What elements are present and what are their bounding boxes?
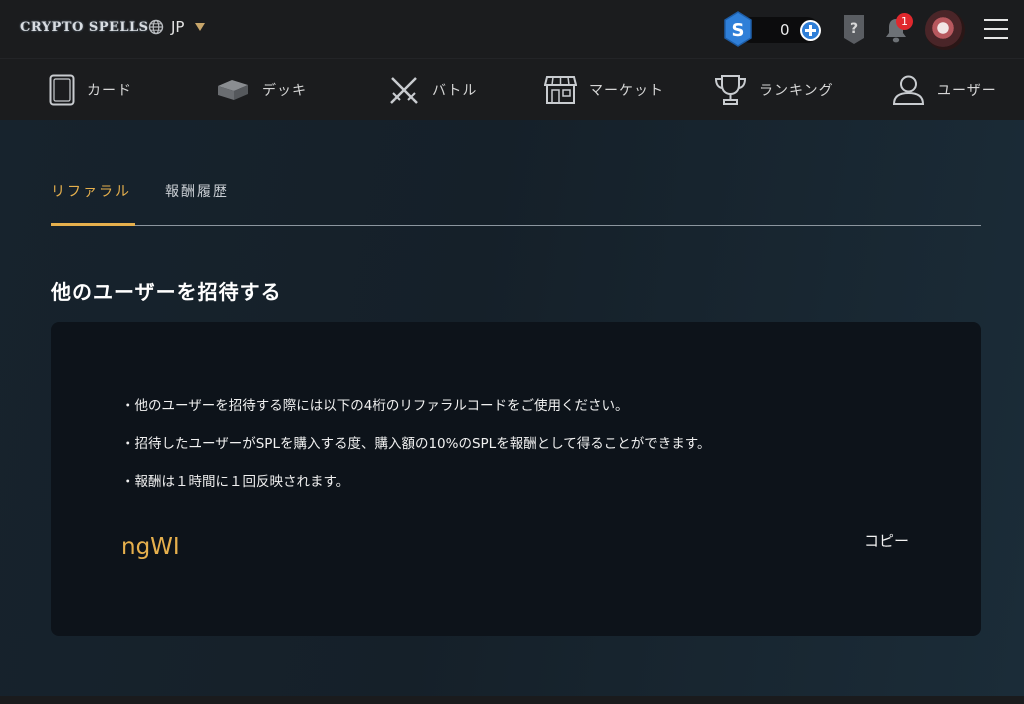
nav-label-card: カード bbox=[87, 83, 132, 99]
spl-coin-icon: S bbox=[724, 11, 752, 47]
info-line: ・他のユーザーを招待する際には以下の4桁のリファラルコードをご使用ください。 bbox=[121, 398, 629, 414]
wallet-widget[interactable]: S 0 bbox=[724, 11, 821, 47]
card-icon bbox=[49, 74, 75, 106]
tab-referral[interactable]: リファラル bbox=[51, 176, 135, 226]
referral-card: ・他のユーザーを招待する際には以下の4桁のリファラルコードをご使用ください。 ・… bbox=[51, 322, 981, 636]
help-icon[interactable]: ? bbox=[843, 14, 865, 45]
storefront-icon bbox=[544, 76, 577, 104]
logo[interactable]: CRYPTO SPELLS bbox=[20, 20, 149, 35]
nav-label-user: ユーザー bbox=[937, 83, 997, 99]
nav-item-user[interactable]: ユーザー bbox=[892, 59, 997, 121]
notification-badge: 1 bbox=[896, 13, 913, 30]
add-funds-icon bbox=[802, 22, 819, 39]
user-icon bbox=[892, 75, 925, 105]
main-nav: カード デッキ バトル マーケット ランキング ユーザー bbox=[0, 58, 1024, 120]
hamburger-menu-icon[interactable] bbox=[984, 19, 1008, 39]
info-line: ・招待したユーザーがSPLを購入する度、購入額の10%のSPLを報酬として得るこ… bbox=[121, 436, 711, 452]
avatar[interactable] bbox=[925, 10, 965, 50]
trophy-icon bbox=[714, 75, 747, 105]
footer-strip bbox=[0, 696, 1024, 704]
nav-item-card[interactable]: カード bbox=[49, 59, 132, 121]
tab-reward-history[interactable]: 報酬履歴 bbox=[165, 176, 229, 226]
globe-icon bbox=[148, 19, 164, 35]
nav-label-market: マーケット bbox=[589, 83, 664, 99]
crossed-swords-icon bbox=[390, 77, 418, 104]
info-line: ・報酬は１時間に１回反映されます。 bbox=[121, 474, 350, 490]
copy-button[interactable]: コピー bbox=[864, 530, 909, 551]
main-content: リファラル 報酬履歴 他のユーザーを招待する ・他のユーザーを招待する際には以下… bbox=[0, 120, 1024, 696]
nav-item-ranking[interactable]: ランキング bbox=[714, 59, 834, 121]
tab-bar: リファラル 報酬履歴 bbox=[51, 176, 981, 226]
svg-text:S: S bbox=[732, 20, 745, 41]
language-selector[interactable]: JP bbox=[148, 18, 206, 36]
page-title: 他のユーザーを招待する bbox=[51, 280, 282, 304]
nav-label-deck: デッキ bbox=[262, 83, 307, 99]
nav-item-deck[interactable]: デッキ bbox=[216, 59, 307, 121]
add-funds-button[interactable] bbox=[800, 20, 821, 41]
nav-item-market[interactable]: マーケット bbox=[544, 59, 664, 121]
nav-label-battle: バトル bbox=[432, 83, 478, 99]
nav-item-battle[interactable]: バトル bbox=[388, 59, 477, 121]
referral-code: ngWI bbox=[121, 534, 180, 560]
top-bar: CRYPTO SPELLS JP S 0 ? 1 bbox=[0, 0, 1024, 58]
svg-text:?: ? bbox=[850, 21, 858, 37]
deck-icon bbox=[218, 80, 248, 100]
nav-label-ranking: ランキング bbox=[759, 83, 834, 99]
wallet-balance: 0 bbox=[780, 21, 790, 39]
language-label: JP bbox=[171, 18, 185, 36]
caret-down-icon bbox=[195, 23, 206, 31]
